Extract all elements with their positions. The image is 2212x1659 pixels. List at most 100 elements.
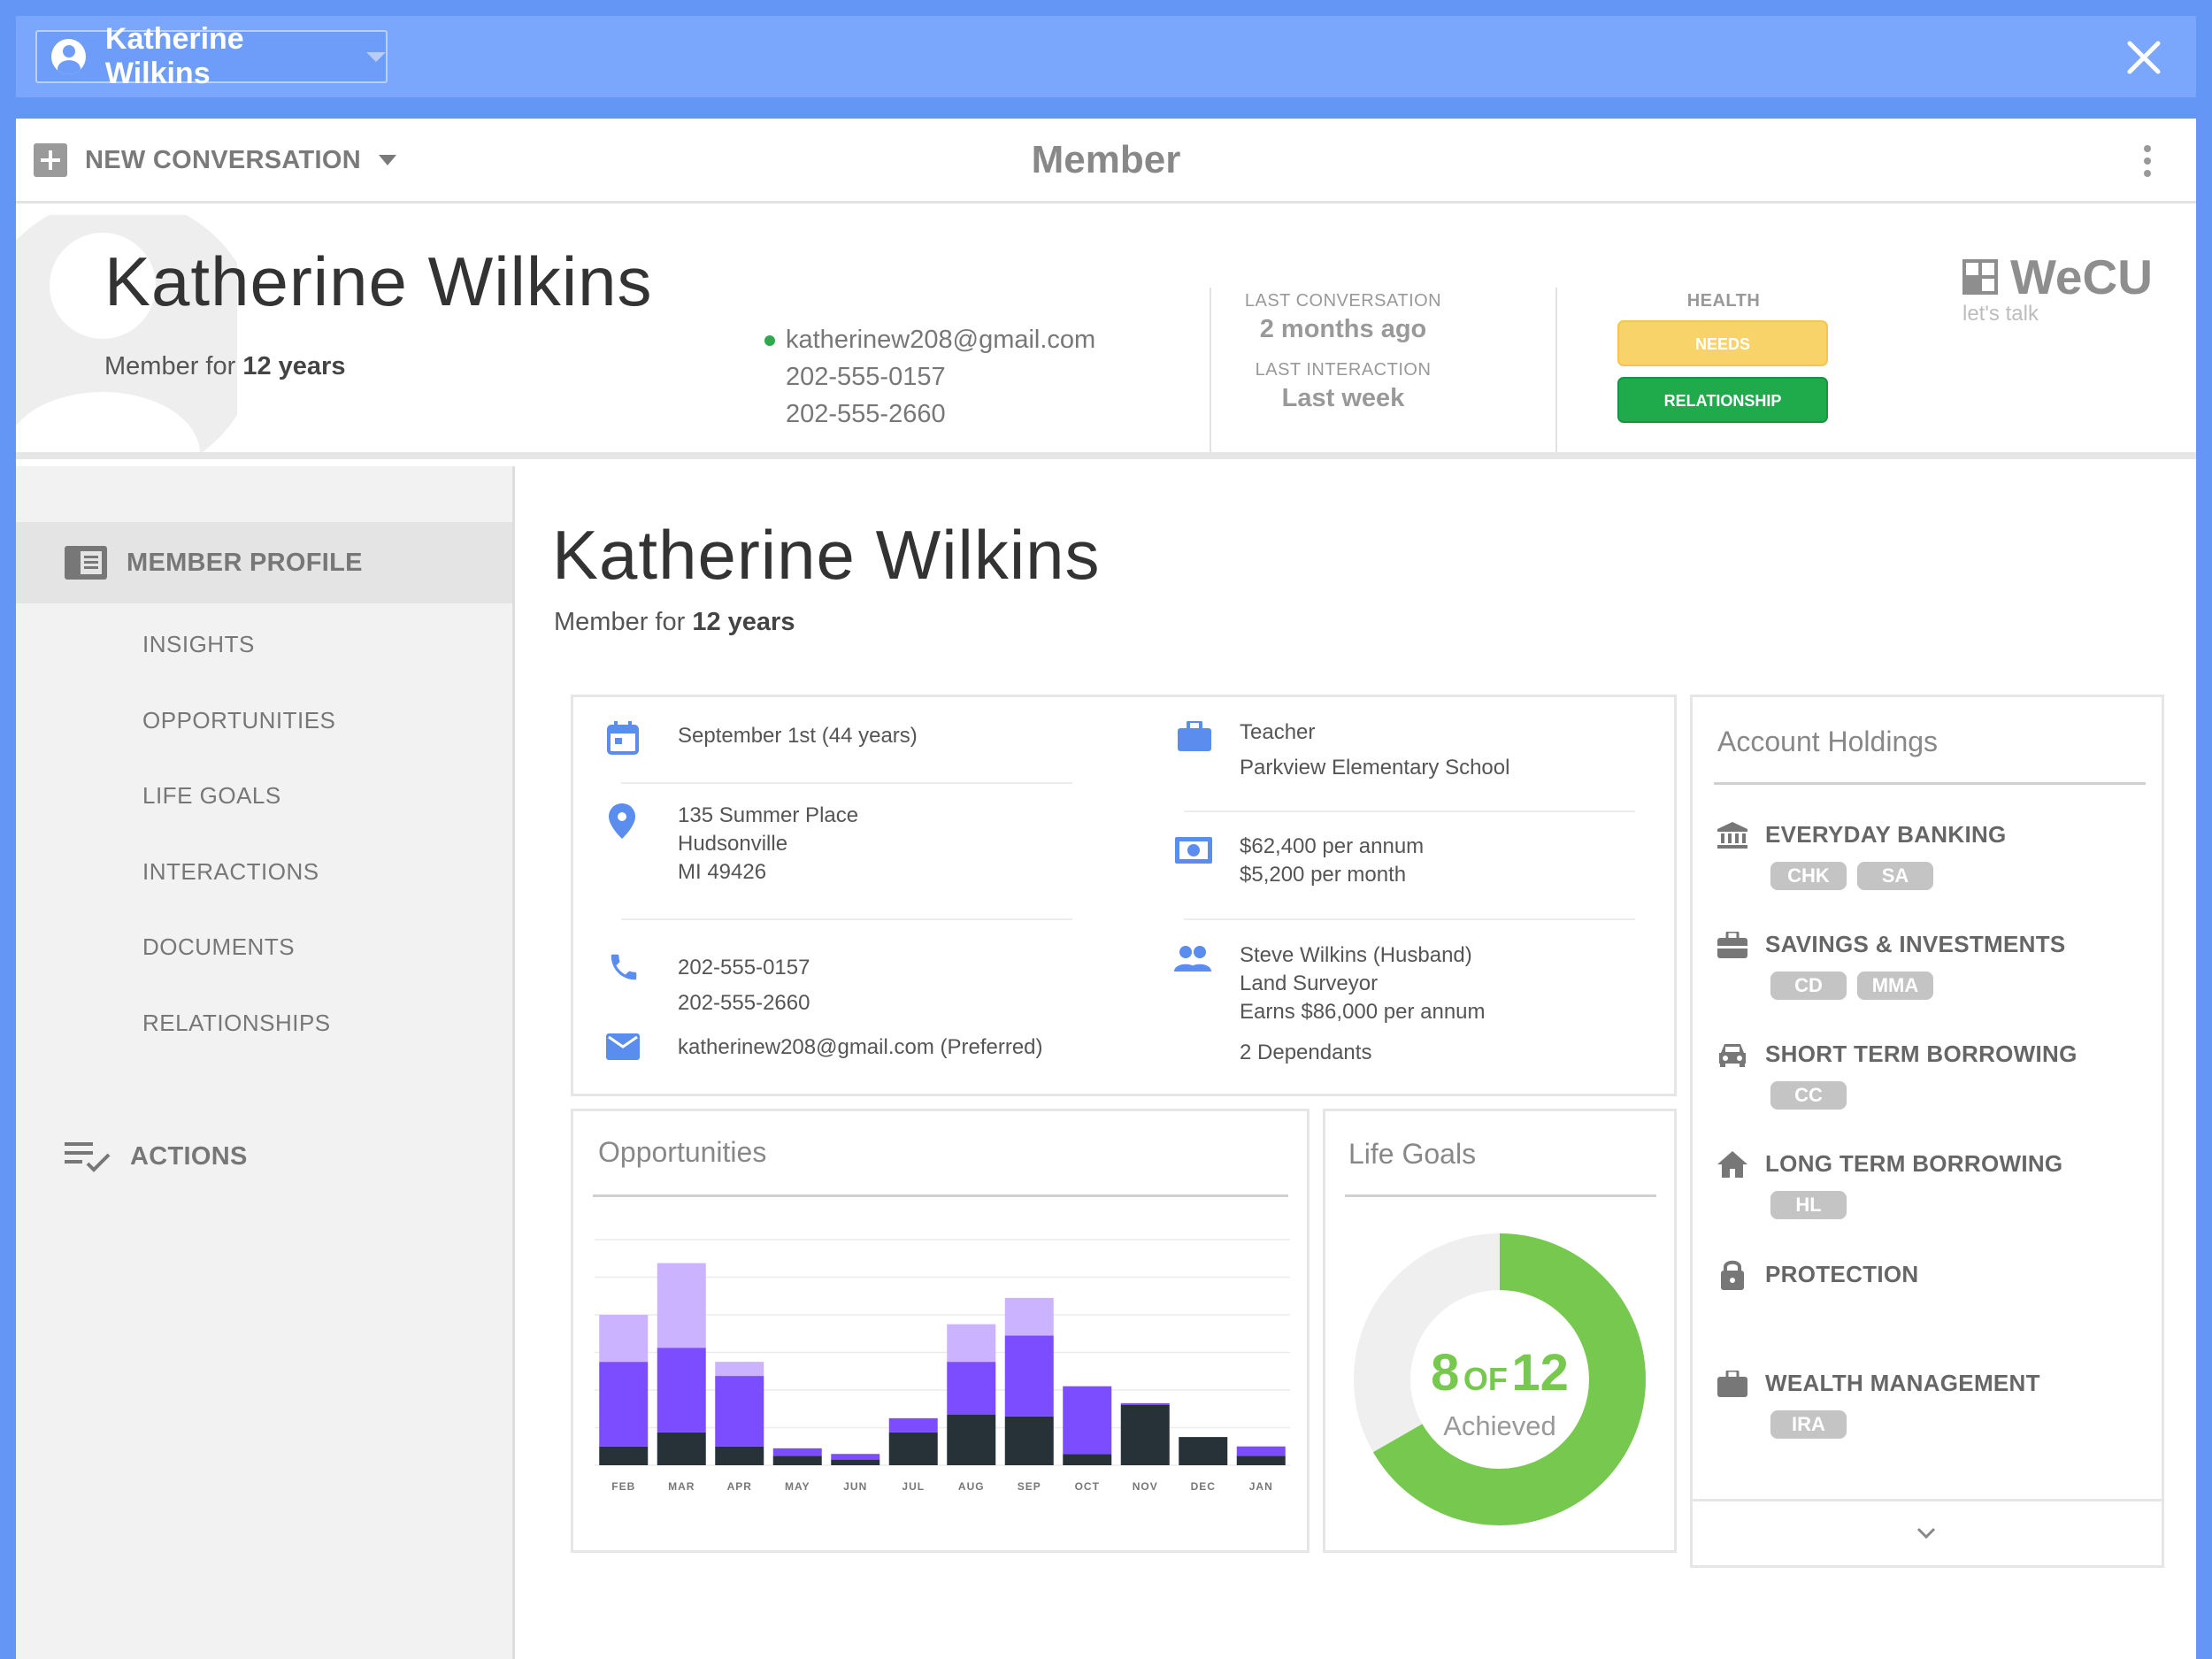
chart-bar-nov-s2[interactable] (1120, 1402, 1170, 1405)
income: $62,400 per annum $5,200 per month (1240, 833, 1424, 889)
holding-category-savings-investments[interactable]: SAVINGS & INVESTMENTS (1717, 931, 2066, 958)
holding-category-wealth-management[interactable]: WEALTH MANAGEMENT (1717, 1370, 2040, 1397)
summary-email[interactable]: katherinew208@gmail.com (786, 321, 1095, 358)
spouse-income: Earns $86,000 per annum (1240, 1000, 1486, 1024)
chevron-down-icon[interactable] (1916, 1523, 1936, 1542)
summary-member-name: Katherine Wilkins (104, 242, 653, 320)
summary-phone-1[interactable]: 202-555-0157 (786, 358, 1095, 396)
occupation: Teacher Parkview Elementary School (1240, 715, 1509, 786)
email-text[interactable]: katherinew208@gmail.com (Preferred) (678, 1033, 1043, 1062)
occupation-title: Teacher (1240, 720, 1316, 744)
chart-bar-nov-s1[interactable] (1120, 1405, 1170, 1465)
chart-bar-apr-s2[interactable] (715, 1376, 764, 1447)
spouse-occupation: Land Surveyor (1240, 972, 1379, 995)
chart-bar-apr-s3[interactable] (715, 1362, 764, 1377)
holdings-footer (1693, 1499, 2162, 1565)
sidebar-item-label: MEMBER PROFILE (127, 548, 363, 577)
sidebar-item-member-profile[interactable]: MEMBER PROFILE (16, 522, 512, 603)
holding-category-protection[interactable]: PROTECTION (1717, 1258, 1918, 1290)
chart-bar-aug-s2[interactable] (947, 1362, 996, 1415)
chart-bar-dec-s1[interactable] (1179, 1437, 1228, 1465)
member-selector-name: Katherine Wilkins (104, 22, 244, 90)
sidebar-item-interactions[interactable]: INTERACTIONS (142, 858, 319, 886)
chart-bar-may-s1[interactable] (772, 1455, 822, 1465)
chart-bar-jul-s1[interactable] (888, 1432, 938, 1465)
sidebar-item-life-goals[interactable]: LIFE GOALS (142, 782, 281, 810)
chart-bar-oct-s2[interactable] (1063, 1386, 1112, 1455)
sidebar-item-opportunities[interactable]: OPPORTUNITIES (142, 707, 335, 734)
chart-bar-may-s2[interactable] (772, 1448, 822, 1456)
chart-bar-aug-s1[interactable] (947, 1414, 996, 1465)
holding-category-long-term-borrowing[interactable]: LONG TERM BORROWING (1717, 1150, 2062, 1178)
holding-category-short-term-borrowing[interactable]: SHORT TERM BORROWING (1717, 1041, 2078, 1068)
account-holdings-card: Account Holdings EVERYDAY BANKING CHK SA… (1690, 695, 2164, 1568)
income-monthly: $5,200 per month (1240, 863, 1407, 887)
chart-bar-feb-s1[interactable] (599, 1446, 649, 1465)
relationship-badge[interactable]: RELATIONSHIP (1617, 377, 1828, 423)
holding-tags: HL (1770, 1191, 1847, 1219)
address-line-2: Hudsonville (678, 832, 788, 856)
sidebar-item-documents[interactable]: DOCUMENTS (142, 933, 295, 961)
chart-bar-mar-s1[interactable] (657, 1432, 706, 1465)
phone-1[interactable]: 202-555-0157 (678, 950, 810, 986)
last-conversation-value: 2 months ago (1259, 315, 1427, 343)
last-conversation-label: LAST CONVERSATION (1244, 291, 1442, 311)
chart-bar-feb-s2[interactable] (599, 1362, 649, 1447)
chart-bar-sep-s1[interactable] (1004, 1416, 1054, 1465)
spouse-name: Steve Wilkins (Husband) (1240, 943, 1472, 967)
member-summary: Katherine Wilkins Member for 12 years ka… (16, 206, 2196, 459)
opportunities-card: Opportunities FEB MAR APR MAY JUN JUL AUG SEP OC… (571, 1109, 1310, 1553)
chart-bar-mar-s3[interactable] (657, 1263, 706, 1348)
bank-icon (1717, 821, 1747, 849)
online-status-dot (764, 335, 775, 346)
account-tag[interactable]: HL (1770, 1191, 1847, 1219)
panel-header: NEW CONVERSATION Member (16, 119, 2196, 204)
holding-category-label: WEALTH MANAGEMENT (1765, 1370, 2040, 1396)
chart-x-tick-label: MAR (668, 1480, 695, 1493)
goals-total-number: 12 (1511, 1344, 1569, 1402)
phone-2[interactable]: 202-555-2660 (678, 986, 810, 1021)
chart-bar-apr-s1[interactable] (715, 1446, 764, 1465)
account-tag[interactable]: MMA (1857, 972, 1933, 1000)
sidebar-item-actions[interactable]: ACTIONS (65, 1139, 248, 1174)
sidebar-item-insights[interactable]: INSIGHTS (142, 631, 255, 658)
account-tag[interactable]: CC (1770, 1081, 1847, 1110)
brand-name: WeCU (2010, 250, 2153, 304)
chart-x-tick-label: MAY (785, 1480, 810, 1493)
member-selector[interactable]: Katherine Wilkins (35, 22, 388, 90)
chart-bar-jul-s2[interactable] (888, 1417, 938, 1432)
chart-x-tick-label: JUN (843, 1480, 867, 1493)
chart-x-tick-label: JAN (1249, 1480, 1273, 1493)
chart-bar-sep-s3[interactable] (1004, 1297, 1054, 1336)
chart-bar-oct-s1[interactable] (1063, 1454, 1112, 1465)
chart-bar-sep-s2[interactable] (1004, 1335, 1054, 1417)
brand-tagline: let's talk (1962, 302, 2039, 326)
divider (621, 782, 1072, 784)
needs-badge[interactable]: NEEDS (1617, 320, 1828, 366)
health-status: HEALTH NEEDS RELATIONSHIP (1617, 291, 1830, 434)
sidebar-item-relationships[interactable]: RELATIONSHIPS (142, 1010, 331, 1037)
summary-phone-2[interactable]: 202-555-2660 (786, 396, 1095, 433)
chart-bar-feb-s3[interactable] (599, 1315, 649, 1363)
account-tag[interactable]: SA (1857, 862, 1933, 890)
chart-bar-jan-s2[interactable] (1236, 1446, 1286, 1456)
account-tag[interactable]: CHK (1770, 862, 1847, 890)
life-goals-donut (1354, 1233, 1646, 1525)
address-line-1: 135 Summer Place (678, 803, 859, 827)
holding-category-label: SHORT TERM BORROWING (1765, 1041, 2078, 1067)
health-label: HEALTH (1686, 291, 1761, 311)
chart-bar-jun-s1[interactable] (831, 1459, 880, 1465)
account-tag[interactable]: CD (1770, 972, 1847, 1000)
chart-bar-mar-s2[interactable] (657, 1348, 706, 1432)
divider (1184, 918, 1635, 920)
sidebar-item-label: ACTIONS (130, 1141, 248, 1171)
more-vert-icon[interactable] (2143, 145, 2152, 177)
chart-bar-jan-s1[interactable] (1236, 1455, 1286, 1465)
close-icon[interactable] (2118, 32, 2170, 83)
summary-tenure: Member for 12 years (104, 352, 346, 380)
holding-category-everyday-banking[interactable]: EVERYDAY BANKING (1717, 821, 2007, 849)
chart-bar-jun-s2[interactable] (831, 1454, 880, 1460)
chart-bar-aug-s3[interactable] (947, 1324, 996, 1363)
account-tag[interactable]: IRA (1770, 1410, 1847, 1439)
goals-count: 8 OF 12 (1325, 1343, 1674, 1402)
